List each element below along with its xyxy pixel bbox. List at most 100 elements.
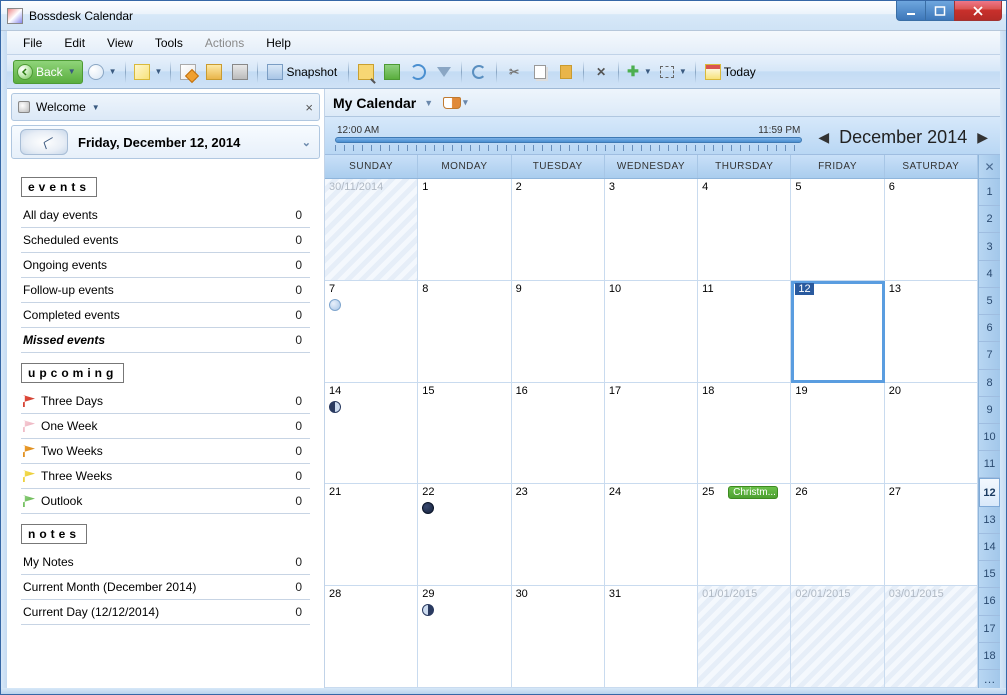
week-number[interactable]: 5 [979,288,1000,315]
minimize-button[interactable] [896,1,926,21]
notes-item[interactable]: Current Day (12/12/2014)0 [21,600,310,625]
more-weeks[interactable]: … [979,670,1000,688]
week-number[interactable]: 7 [979,342,1000,369]
day-cell[interactable]: 03/01/2015 [885,586,978,688]
week-number[interactable]: 4 [979,261,1000,288]
day-cell[interactable]: 25Christm... [698,484,791,586]
day-cell[interactable]: 22 [418,484,511,586]
close-panel-icon[interactable]: × [305,100,313,115]
day-cell[interactable]: 10 [605,281,698,383]
week-number[interactable]: 9 [979,397,1000,424]
week-number[interactable]: 8 [979,370,1000,397]
edit-button[interactable] [176,60,200,84]
week-number[interactable]: 3 [979,233,1000,260]
day-cell[interactable]: 29 [418,586,511,688]
day-cell[interactable]: 15 [418,383,511,485]
day-cell[interactable]: 6 [885,179,978,281]
week-number[interactable]: 6 [979,315,1000,342]
book-icon[interactable] [443,97,461,109]
day-cell[interactable]: 16 [512,383,605,485]
events-item[interactable]: Missed events0 [21,328,310,353]
snapshot-button[interactable]: Snapshot [263,60,343,84]
upcoming-item[interactable]: Two Weeks0 [21,439,310,464]
day-cell[interactable]: 02/01/2015 [791,586,884,688]
expand-icon[interactable]: ⌄ [302,136,311,149]
day-cell[interactable]: 19 [791,383,884,485]
day-cell[interactable]: 18 [698,383,791,485]
day-cell[interactable]: 2 [512,179,605,281]
week-number[interactable]: 13 [979,507,1000,534]
day-cell[interactable]: 5 [791,179,884,281]
filter-button[interactable] [432,60,456,84]
day-cell[interactable]: 24 [605,484,698,586]
dropdown-icon[interactable]: ▼ [422,98,433,108]
upcoming-item[interactable]: Three Weeks0 [21,464,310,489]
day-cell[interactable]: 31 [605,586,698,688]
events-item[interactable]: Ongoing events0 [21,253,310,278]
delete-button[interactable]: ✕ [589,60,613,84]
menu-file[interactable]: File [13,34,52,52]
new-button[interactable]: ▼ [131,60,166,84]
day-cell[interactable]: 4 [698,179,791,281]
menu-tools[interactable]: Tools [145,34,193,52]
add-button[interactable]: ✚▼ [624,60,655,84]
open-button[interactable] [202,60,226,84]
menu-help[interactable]: Help [256,34,301,52]
day-cell[interactable]: 1 [418,179,511,281]
week-number[interactable]: 18 [979,643,1000,670]
week-number[interactable]: 11 [979,451,1000,478]
day-cell[interactable]: 27 [885,484,978,586]
event-pill[interactable]: Christm... [728,486,778,499]
time-range-slider[interactable]: 12:00 AM 11:59 PM [333,125,804,151]
today-button[interactable]: Today [701,60,762,84]
week-number[interactable]: 10 [979,424,1000,451]
notes-item[interactable]: My Notes0 [21,550,310,575]
events-item[interactable]: Follow-up events0 [21,278,310,303]
day-cell[interactable]: 17 [605,383,698,485]
day-cell[interactable]: 13 [885,281,978,383]
close-weekbar-icon[interactable]: ✕ [979,155,1000,179]
day-cell[interactable]: 8 [418,281,511,383]
day-cell[interactable]: 30/11/2014 [325,179,418,281]
back-button[interactable]: Back ▼ [13,60,83,84]
upcoming-item[interactable]: Three Days0 [21,389,310,414]
find-button[interactable] [354,60,378,84]
week-number[interactable]: 17 [979,616,1000,643]
select-button[interactable]: ▼ [657,60,690,84]
close-button[interactable] [954,1,1002,21]
welcome-tab[interactable]: Welcome ▼ × [11,93,320,121]
day-cell[interactable]: 26 [791,484,884,586]
menu-edit[interactable]: Edit [54,34,95,52]
day-cell[interactable]: 30 [512,586,605,688]
menu-view[interactable]: View [97,34,143,52]
events-item[interactable]: All day events0 [21,203,310,228]
day-cell[interactable]: 14 [325,383,418,485]
paste-button[interactable] [554,60,578,84]
upcoming-item[interactable]: Outlook0 [21,489,310,514]
day-cell[interactable]: 11 [698,281,791,383]
forward-button[interactable]: ▼ [85,60,120,84]
week-number[interactable]: 14 [979,534,1000,561]
maximize-button[interactable] [925,1,955,21]
day-cell[interactable]: 21 [325,484,418,586]
week-number[interactable]: 1 [979,179,1000,206]
day-cell[interactable]: 12 [791,281,884,383]
refresh-button[interactable] [406,60,430,84]
day-cell[interactable]: 23 [512,484,605,586]
image-button[interactable] [380,60,404,84]
date-header[interactable]: Friday, December 12, 2014 ⌄ [11,125,320,159]
week-number[interactable]: 2 [979,206,1000,233]
menu-actions[interactable]: Actions [195,34,254,52]
day-cell[interactable]: 20 [885,383,978,485]
cut-button[interactable]: ✂ [502,60,526,84]
day-cell[interactable]: 9 [512,281,605,383]
day-cell[interactable]: 01/01/2015 [698,586,791,688]
notes-item[interactable]: Current Month (December 2014)0 [21,575,310,600]
copy-button[interactable] [528,60,552,84]
next-month-button[interactable]: ▶ [977,129,988,146]
day-cell[interactable]: 3 [605,179,698,281]
prev-month-button[interactable]: ◀ [818,129,829,146]
week-number[interactable]: 12 [979,478,1000,506]
print-button[interactable] [228,60,252,84]
day-cell[interactable]: 7 [325,281,418,383]
